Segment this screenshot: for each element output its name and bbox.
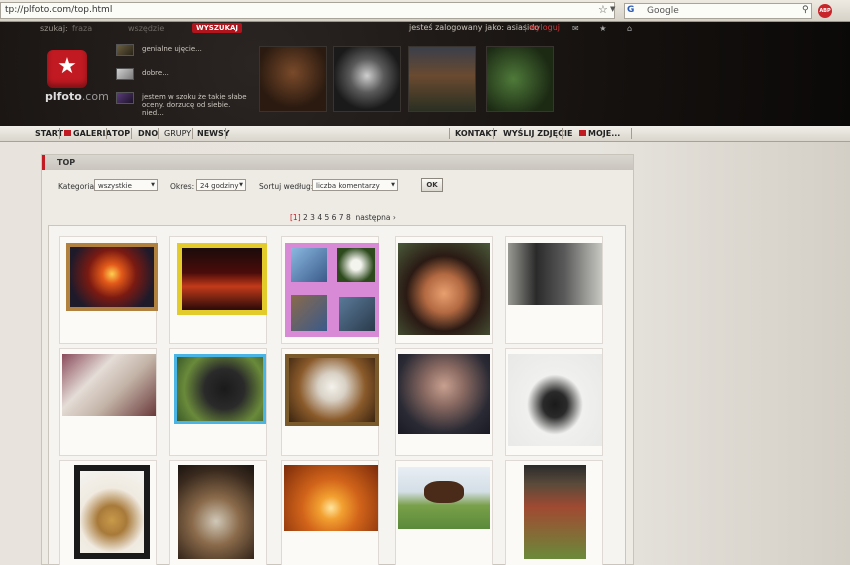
photo-thumbnail[interactable] — [398, 354, 490, 434]
photo-thumbnail[interactable] — [74, 465, 150, 559]
sort-select[interactable]: liczba komentarzy ▼ — [312, 179, 398, 191]
photo-cell[interactable] — [395, 460, 493, 565]
photo-thumbnail[interactable] — [508, 354, 602, 446]
photo-cell[interactable] — [505, 348, 603, 456]
header-photo-thumbnail[interactable] — [333, 46, 401, 112]
header-photo-thumbnail[interactable] — [259, 46, 327, 112]
browser-search-field[interactable]: Google — [624, 3, 812, 19]
nav-divider — [562, 128, 563, 139]
favorites-icon[interactable]: ★ — [599, 24, 606, 33]
bookmark-star-icon[interactable]: ☆ — [598, 3, 608, 16]
logo-icon[interactable]: ★ — [47, 50, 87, 88]
login-status: jesteś zalogowany jako: asiasido — [409, 23, 540, 32]
nav-divider — [131, 128, 132, 139]
photo-thumbnail[interactable] — [174, 354, 266, 424]
nav-kontakt[interactable]: KONTAKT — [455, 129, 497, 138]
nav-divider — [59, 128, 60, 139]
main-navigation: START GALERIA TOP DNO GRUPY NEWSY KONTAK… — [0, 126, 850, 142]
address-bar[interactable]: tp://plfoto.com/top.html — [0, 2, 615, 19]
current-page: [1] — [290, 213, 301, 222]
nav-divider — [158, 128, 159, 139]
search-button[interactable]: WYSZUKAJ — [192, 23, 243, 33]
photo-cell[interactable] — [281, 348, 379, 456]
nav-divider — [225, 128, 226, 139]
period-label: Okres: — [170, 182, 195, 191]
galeria-icon — [64, 130, 71, 136]
chevron-down-icon: ▼ — [151, 182, 155, 188]
header-photo-thumbnail[interactable] — [486, 46, 554, 112]
nav-moje[interactable]: MOJE... — [579, 129, 620, 138]
home-icon[interactable]: ⌂ — [627, 24, 632, 33]
filter-bar: Kategoria: wszystkie ▼ Okres: 24 godziny ▼… — [56, 178, 626, 193]
header-photo-thumbnail[interactable] — [408, 46, 476, 112]
photo-thumbnail[interactable] — [398, 243, 490, 335]
next-page-link[interactable]: następna › — [356, 213, 396, 222]
photo-cell[interactable] — [281, 236, 379, 344]
nav-divider — [192, 128, 193, 139]
chevron-down-icon: ▼ — [391, 182, 395, 188]
nav-divider — [449, 128, 450, 139]
photo-cell[interactable] — [505, 236, 603, 344]
moje-icon — [579, 130, 586, 136]
comment-avatar — [116, 44, 134, 56]
nav-dno[interactable]: DNO — [138, 129, 158, 138]
photo-cell[interactable] — [395, 348, 493, 456]
sort-label: Sortuj według: — [259, 182, 314, 191]
photo-thumbnail[interactable] — [66, 243, 158, 311]
photo-cell[interactable] — [59, 348, 157, 456]
photo-thumbnail[interactable] — [398, 467, 490, 529]
photo-thumbnail[interactable] — [178, 465, 254, 559]
photo-thumbnail[interactable] — [177, 243, 267, 315]
photo-thumbnail[interactable] — [508, 243, 602, 305]
google-engine-icon[interactable]: G — [627, 5, 634, 15]
logo-text[interactable]: plfoto.com — [45, 90, 109, 103]
page-content: TOP Kategoria: wszystkie ▼ Okres: 24 godz… — [0, 142, 850, 565]
browser-toolbar: tp://plfoto.com/top.html ☆ ▼ Google G ⚲ … — [0, 0, 850, 22]
search-option-fraza[interactable]: fraza — [72, 24, 92, 33]
panel-title: TOP — [57, 158, 76, 167]
period-select[interactable]: 24 godziny ▼ — [196, 179, 246, 191]
chevron-down-icon: ▼ — [239, 182, 243, 188]
photo-thumbnail[interactable] — [524, 465, 586, 559]
photo-thumbnail[interactable] — [285, 243, 379, 337]
dropdown-arrow-icon[interactable]: ▼ — [610, 5, 615, 13]
logout-link[interactable]: | wyloguj — [524, 23, 560, 32]
top-panel: TOP Kategoria: wszystkie ▼ Okres: 24 godz… — [41, 154, 634, 565]
panel-header: TOP — [42, 155, 633, 170]
photo-cell[interactable] — [505, 460, 603, 565]
photo-thumbnail[interactable] — [62, 354, 156, 416]
photo-thumbnail[interactable] — [284, 465, 378, 531]
nav-galeria[interactable]: GALERIA — [64, 129, 112, 138]
nav-divider — [106, 128, 107, 139]
category-label: Kategoria: — [58, 182, 97, 191]
site-header: szukaj: fraza wszędzie WYSZUKAJ jesteś z… — [0, 22, 850, 126]
ok-button[interactable]: OK — [421, 178, 443, 192]
messages-icon[interactable]: ✉ — [572, 24, 579, 33]
pagination: [1] 2 3 4 5 6 7 8 następna › — [290, 213, 396, 222]
photo-cell[interactable] — [281, 460, 379, 565]
comment-avatar — [116, 92, 134, 104]
photo-thumbnail[interactable] — [285, 354, 379, 426]
photo-cell[interactable] — [169, 236, 267, 344]
photo-cell[interactable] — [169, 460, 267, 565]
photo-cell[interactable] — [395, 236, 493, 344]
magnifier-icon[interactable]: ⚲ — [802, 5, 809, 15]
nav-divider — [493, 128, 494, 139]
photo-cell[interactable] — [59, 236, 158, 344]
page-links[interactable]: 2 3 4 5 6 7 8 — [303, 213, 351, 222]
nav-divider — [631, 128, 632, 139]
comment-avatar — [116, 68, 134, 80]
category-select[interactable]: wszystkie ▼ — [94, 179, 158, 191]
photo-cell[interactable] — [59, 460, 157, 565]
search-option-wszedzie[interactable]: wszędzie — [128, 24, 164, 33]
photo-cell[interactable] — [169, 348, 267, 456]
search-label: szukaj: — [40, 24, 68, 33]
photo-grid — [48, 225, 626, 565]
nav-grupy[interactable]: GRUPY — [164, 129, 191, 138]
nav-top[interactable]: TOP — [112, 129, 130, 138]
adblock-icon[interactable]: ABP — [818, 4, 832, 18]
